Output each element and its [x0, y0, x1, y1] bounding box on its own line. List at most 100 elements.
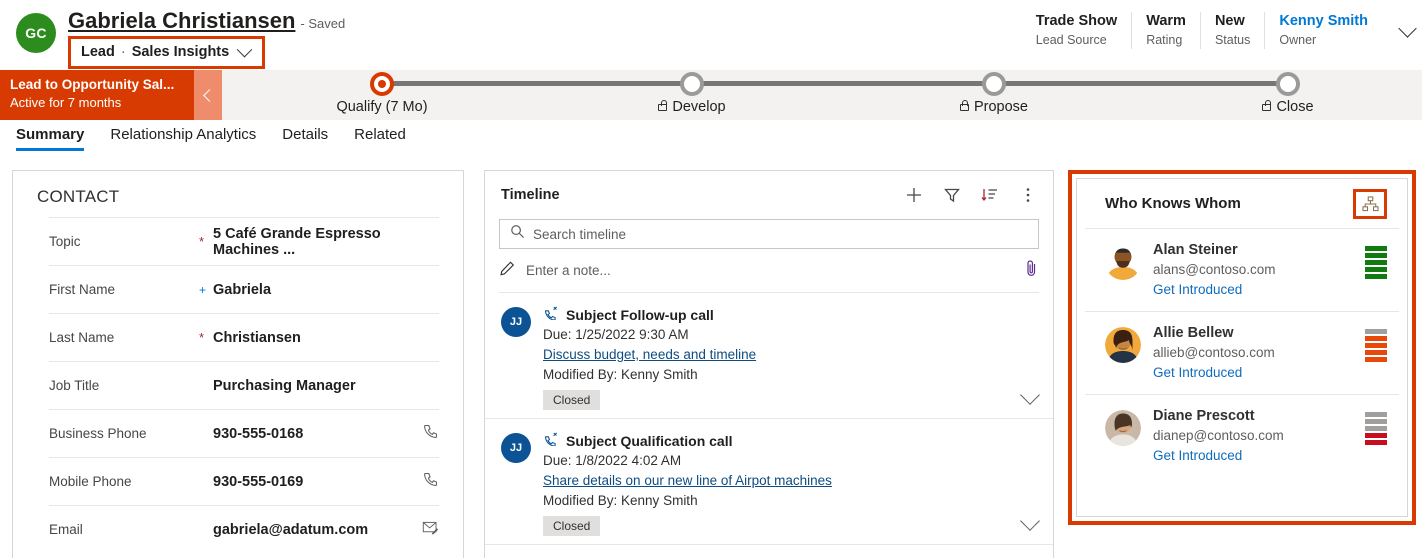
entity-form-selector[interactable]: Lead · Sales Insights [68, 36, 265, 69]
required-marker: * [199, 235, 213, 248]
get-introduced-link[interactable]: Get Introduced [1153, 363, 1242, 383]
relationship-strength-indicator [1365, 412, 1387, 445]
stage-label-propose: Propose [974, 99, 1028, 115]
lead-source-value: Trade Show [1036, 12, 1117, 31]
owner-value[interactable]: Kenny Smith [1279, 12, 1368, 31]
business-process-flow: Lead to Opportunity Sal... Active for 7 … [0, 70, 1422, 120]
process-banner[interactable]: Lead to Opportunity Sal... Active for 7 … [0, 70, 194, 120]
attachment-icon[interactable] [1023, 259, 1039, 282]
phone-icon[interactable] [417, 423, 439, 444]
process-track-line [382, 81, 1288, 86]
process-duration: Active for 7 months [10, 94, 184, 112]
process-stage-close[interactable]: Close [1178, 70, 1398, 115]
process-stage-develop[interactable]: Develop [582, 70, 802, 115]
avatar [1105, 327, 1141, 363]
chevron-left-icon [203, 89, 216, 102]
header-field-status[interactable]: New Status [1200, 12, 1264, 49]
header-field-lead-source[interactable]: Trade Show Lead Source [1022, 12, 1131, 49]
field-label-job-title: Job Title [49, 378, 199, 393]
header-field-rating[interactable]: Warm Rating [1131, 12, 1200, 49]
contact-name: Diane Prescott [1153, 408, 1255, 424]
timeline-note-composer[interactable]: Enter a note... [499, 249, 1039, 293]
status-badge: Closed [543, 390, 600, 410]
chevron-down-icon [237, 41, 253, 57]
tab-summary[interactable]: Summary [16, 126, 84, 151]
field-label-business-phone: Business Phone [49, 426, 199, 441]
field-value-job-title: Purchasing Manager [213, 378, 417, 394]
who-knows-whom-contact-row[interactable]: Allie Bellew allieb@contoso.com Get Intr… [1085, 312, 1399, 395]
process-stage-track: Qualify (7 Mo) Develop Propose Close [230, 70, 1422, 120]
timeline-item-due: Due: 1/8/2022 4:02 AM [543, 451, 1039, 471]
timeline-title: Timeline [501, 187, 905, 203]
process-name: Lead to Opportunity Sal... [10, 76, 184, 94]
get-introduced-link[interactable]: Get Introduced [1153, 446, 1242, 466]
field-row-email[interactable]: Email gabriela@adatum.com [49, 505, 439, 553]
avatar [1105, 410, 1141, 446]
timeline-section: Timeline [484, 170, 1054, 558]
stage-label-develop: Develop [672, 99, 725, 115]
header-field-owner[interactable]: Kenny Smith Owner [1264, 12, 1382, 49]
lock-icon [658, 104, 667, 111]
field-label-last-name: Last Name [49, 330, 199, 345]
tab-related[interactable]: Related [354, 126, 406, 151]
field-row-job-title[interactable]: Job Title Purchasing Manager [49, 361, 439, 409]
required-marker: * [199, 331, 213, 344]
search-input[interactable] [533, 227, 1028, 242]
tab-relationship-analytics[interactable]: Relationship Analytics [110, 126, 256, 151]
phone-icon[interactable] [417, 471, 439, 492]
timeline-item[interactable]: JJ Subject Follow-up call Due: 1/25/2022… [485, 293, 1053, 419]
field-row-first-name[interactable]: First Name + Gabriela [49, 265, 439, 313]
field-row-mobile-phone[interactable]: Mobile Phone 930-555-0169 [49, 457, 439, 505]
field-row-last-name[interactable]: Last Name * Christiansen [49, 313, 439, 361]
stage-label-close: Close [1276, 99, 1313, 115]
contact-email: dianep@contoso.com [1153, 428, 1284, 443]
rating-value: Warm [1146, 12, 1186, 31]
status-value: New [1215, 12, 1245, 31]
contact-section-title: CONTACT [13, 171, 463, 217]
pencil-icon [499, 260, 516, 282]
stage-node-icon [1276, 72, 1300, 96]
status-label: Status [1215, 32, 1250, 49]
stage-label-qualify: Qualify (7 Mo) [336, 99, 427, 115]
email-icon[interactable] [417, 520, 439, 539]
timeline-item-modified-by: Modified By: Kenny Smith [543, 491, 1039, 511]
plus-icon[interactable] [905, 186, 923, 204]
who-knows-whom-contact-row[interactable]: Alan Steiner alans@contoso.com Get Intro… [1085, 229, 1399, 312]
crm-record-page: GC Gabriela Christiansen- Saved Lead · S… [0, 0, 1422, 558]
field-row-topic[interactable]: Topic * 5 Café Grande Espresso Machines … [49, 217, 439, 265]
avatar: JJ [501, 433, 531, 463]
timeline-item-subject: Subject Qualification call [566, 431, 732, 451]
save-status: - Saved [300, 16, 345, 31]
sort-icon[interactable] [981, 186, 999, 204]
timeline-item-description-link[interactable]: Share details on our new line of Airpot … [543, 471, 832, 491]
process-collapse-button[interactable] [194, 70, 222, 120]
process-stage-qualify[interactable]: Qualify (7 Mo) [272, 70, 492, 115]
form-tab-bar: Summary Relationship Analytics Details R… [16, 126, 406, 151]
contact-email: allieb@contoso.com [1153, 345, 1275, 360]
more-options-icon[interactable] [1019, 186, 1037, 204]
get-introduced-link[interactable]: Get Introduced [1153, 280, 1242, 300]
timeline-item-description-link[interactable]: Discuss budget, needs and timeline [543, 345, 756, 365]
timeline-search-box[interactable] [499, 219, 1039, 249]
status-badge: Closed [543, 516, 600, 536]
filter-icon[interactable] [943, 186, 961, 204]
contact-name: Alan Steiner [1153, 242, 1238, 258]
field-label-first-name: First Name [49, 282, 199, 297]
form-name-label: Sales Insights [132, 44, 230, 60]
process-stage-propose[interactable]: Propose [884, 70, 1104, 115]
field-value-topic: 5 Café Grande Espresso Machines ... [213, 226, 417, 258]
field-row-business-phone[interactable]: Business Phone 930-555-0168 [49, 409, 439, 457]
header-expand-chevron-icon[interactable] [1398, 19, 1416, 37]
avatar [1105, 244, 1141, 280]
field-value-first-name: Gabriela [213, 282, 417, 298]
who-knows-whom-contact-row[interactable]: Diane Prescott dianep@contoso.com Get In… [1085, 395, 1399, 477]
tab-details[interactable]: Details [282, 126, 328, 151]
header-field-group: Trade Show Lead Source Warm Rating New S… [1022, 12, 1382, 49]
org-chart-icon[interactable] [1353, 189, 1387, 219]
avatar: JJ [501, 307, 531, 337]
who-knows-whom-title: Who Knows Whom [1105, 195, 1353, 212]
timeline-item[interactable]: JJ Subject Qualification call Due: 1/8/2… [485, 419, 1053, 545]
field-label-topic: Topic [49, 234, 199, 249]
phone-call-icon [543, 431, 559, 451]
record-title-block: Gabriela Christiansen- Saved Lead · Sale… [68, 8, 345, 69]
